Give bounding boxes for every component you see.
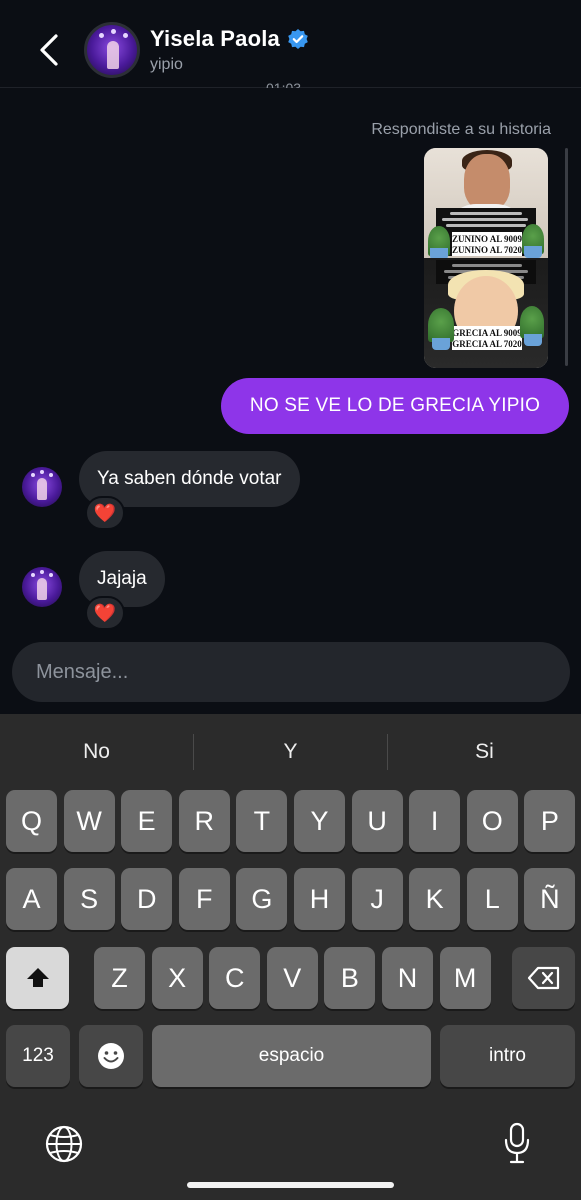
key-t[interactable]: T — [236, 790, 288, 852]
key-g[interactable]: G — [236, 868, 288, 930]
sender-avatar[interactable] — [22, 567, 62, 607]
emoji-icon — [98, 1043, 124, 1069]
key-b[interactable]: B — [324, 947, 376, 1009]
key-v[interactable]: V — [266, 947, 318, 1009]
key-e[interactable]: E — [121, 790, 173, 852]
key-x[interactable]: X — [151, 947, 203, 1009]
verified-badge-icon — [288, 29, 308, 49]
key-c[interactable]: C — [209, 947, 261, 1009]
key-s[interactable]: S — [63, 868, 115, 930]
story-thumbnail[interactable]: ZUNINO AL 9009 ZUNINO AL 7020 GRECIA AL … — [424, 148, 548, 368]
key-h[interactable]: H — [294, 868, 345, 930]
home-indicator[interactable] — [187, 1182, 394, 1188]
heart-reaction-icon[interactable]: ❤️ — [85, 596, 125, 630]
story-reply-label: Respondiste a su historia — [371, 121, 551, 138]
timestamp: 01:03 — [266, 80, 302, 88]
chevron-left-icon[interactable] — [36, 32, 64, 68]
key-i[interactable]: I — [409, 790, 461, 852]
story-label: ZUNINO AL 7020 — [452, 244, 523, 256]
suggestion[interactable]: Si — [388, 736, 581, 768]
microphone-icon[interactable] — [503, 1122, 531, 1164]
return-key[interactable]: intro — [440, 1025, 575, 1087]
heart-reaction-icon[interactable]: ❤️ — [85, 496, 125, 530]
space-key[interactable]: espacio — [152, 1025, 431, 1087]
backspace-key[interactable] — [512, 947, 575, 1009]
key-o[interactable]: O — [466, 790, 518, 852]
key-a[interactable]: A — [6, 868, 57, 930]
shift-icon — [26, 968, 49, 987]
key-r[interactable]: R — [178, 790, 230, 852]
key-ñ[interactable]: Ñ — [524, 868, 576, 930]
key-z[interactable]: Z — [94, 947, 145, 1009]
key-m[interactable]: M — [439, 947, 491, 1009]
story-label: GRECIA AL 7020 — [452, 338, 522, 350]
key-l[interactable]: L — [466, 868, 518, 930]
backspace-icon — [527, 966, 559, 990]
globe-icon[interactable] — [44, 1124, 84, 1164]
chat-header: Yisela Paola yipio 01:03 — [0, 0, 581, 88]
key-q[interactable]: Q — [6, 790, 57, 852]
sender-avatar[interactable] — [22, 467, 62, 507]
outgoing-message[interactable]: NO SE VE LO DE GRECIA YIPIO — [221, 378, 569, 434]
contact-handle: yipio — [150, 56, 183, 73]
key-p[interactable]: P — [524, 790, 576, 852]
profile-avatar[interactable] — [84, 22, 140, 78]
suggestion[interactable]: No — [0, 736, 193, 768]
key-d[interactable]: D — [121, 868, 173, 930]
shift-key[interactable] — [6, 947, 69, 1009]
suggestion[interactable]: Y — [194, 736, 387, 768]
key-n[interactable]: N — [382, 947, 433, 1009]
key-w[interactable]: W — [63, 790, 115, 852]
emoji-key[interactable] — [79, 1025, 143, 1087]
key-y[interactable]: Y — [294, 790, 345, 852]
numbers-key[interactable]: 123 — [6, 1025, 70, 1087]
key-f[interactable]: F — [178, 868, 230, 930]
key-u[interactable]: U — [351, 790, 403, 852]
contact-name[interactable]: Yisela Paola — [150, 26, 280, 52]
key-k[interactable]: K — [409, 868, 461, 930]
scrollbar[interactable] — [565, 148, 568, 366]
key-j[interactable]: J — [351, 868, 403, 930]
message-composer[interactable] — [12, 642, 570, 702]
message-input[interactable] — [12, 642, 570, 702]
